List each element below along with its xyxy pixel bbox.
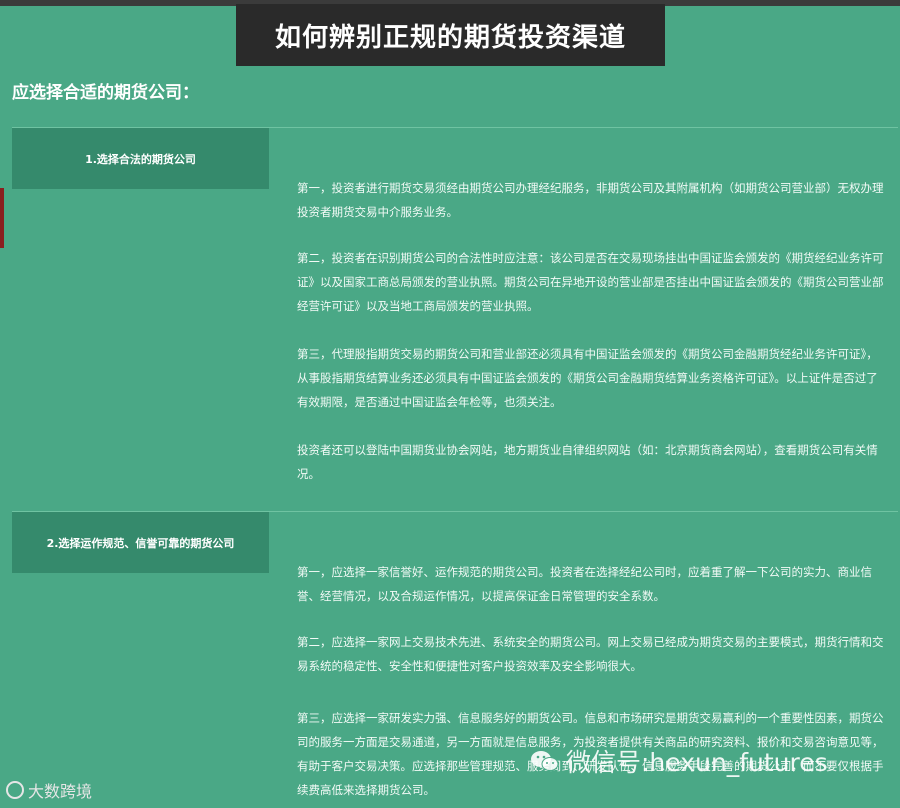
section-legal-company: 1.选择合法的期货公司 第一，投资者进行期货交易须经由期货公司办理经纪服务，非期… <box>12 127 898 511</box>
title-banner: 如何辨别正规的期货投资渠道 <box>236 4 665 66</box>
watermark-right: 微信号:hexun_futures <box>530 743 828 779</box>
paragraph: 第一，应选择一家信誉好、运作规范的期货公司。投资者在选择经纪公司时，应着重了解一… <box>297 565 872 603</box>
paragraph: 第二，投资者在识别期货公司的合法性时应注意：该公司是否在交易现场挂出中国证监会颁… <box>297 251 884 313</box>
section-heading-2: 2.选择运作规范、信誉可靠的期货公司 <box>12 512 269 573</box>
paragraph: 第一，投资者进行期货交易须经由期货公司办理经纪服务，非期货公司及其附属机构（如期… <box>297 181 884 219</box>
logo-icon <box>6 781 24 799</box>
left-edge-marker <box>0 188 4 248</box>
paragraph: 第三，代理股指期货交易的期货公司和营业部还必须具有中国证监会颁发的《期货公司金融… <box>297 347 878 409</box>
watermark-left-text: 大数跨境 <box>28 782 93 801</box>
watermark-right-text: 微信号:hexun_futures <box>566 748 828 777</box>
section-heading-1: 1.选择合法的期货公司 <box>12 128 269 189</box>
paragraph: 第二，应选择一家网上交易技术先进、系统安全的期货公司。网上交易已经成为期货交易的… <box>297 635 884 673</box>
section-subtitle: 应选择合适的期货公司： <box>12 83 199 103</box>
wechat-icon <box>531 751 559 771</box>
paragraph: 投资者还可以登陆中国期货业协会网站，地方期货业自律组织网站（如：北京期货商会网站… <box>297 443 878 481</box>
watermark-left: 大数跨境 <box>6 778 92 802</box>
page-title: 如何辨别正规的期货投资渠道 <box>274 22 626 53</box>
